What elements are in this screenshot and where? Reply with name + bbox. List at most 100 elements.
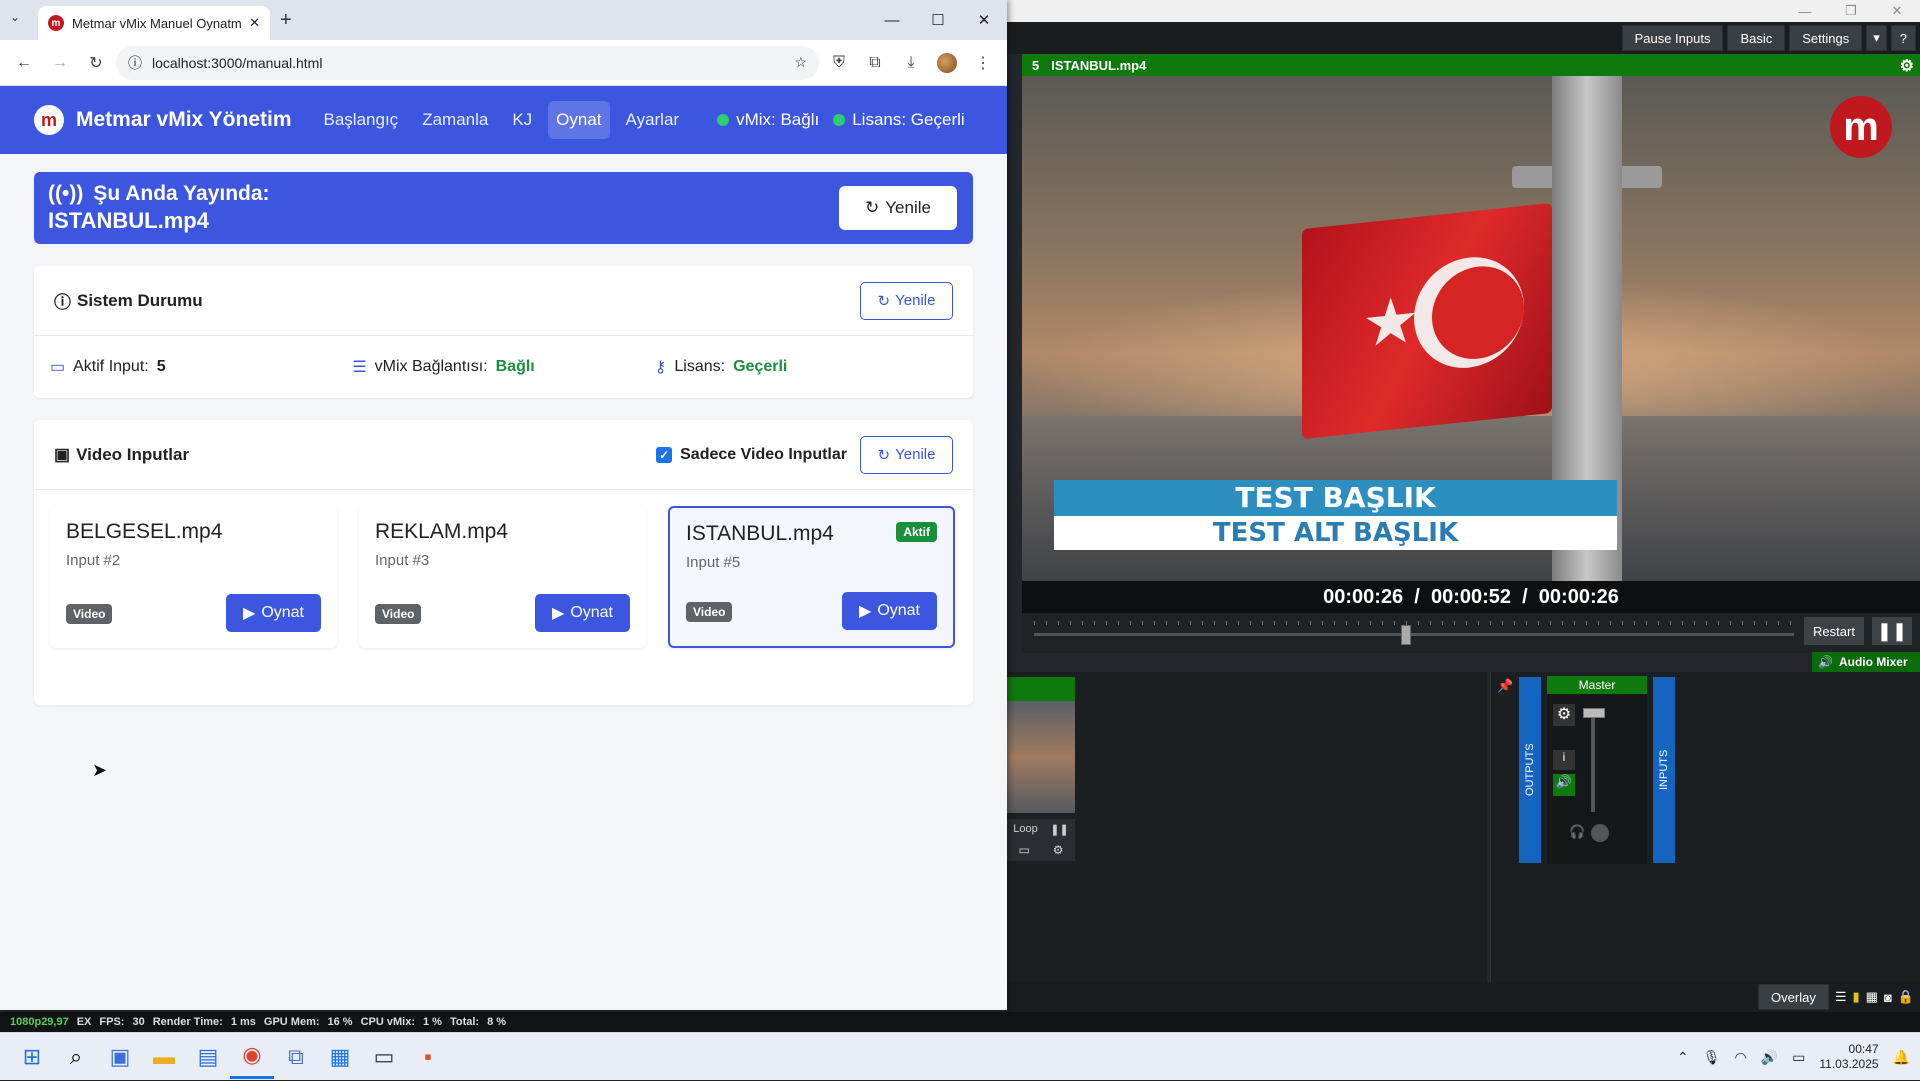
restart-button[interactable]: Restart (1804, 617, 1864, 645)
shield-extension-icon[interactable]: ⛨ (823, 47, 855, 79)
help-button[interactable]: ? (1890, 25, 1916, 51)
fader-track (1591, 712, 1595, 812)
kebab-menu-icon[interactable]: ⋮ (967, 47, 999, 79)
outputs-strip[interactable]: OUTPUTS (1519, 677, 1541, 863)
volume-icon[interactable]: 🔊 (1761, 1049, 1778, 1066)
play-button[interactable]: ▶ Oynat (842, 592, 937, 630)
chevron-up-icon[interactable]: ⌃ (1677, 1049, 1689, 1066)
play-icon: ▶ (552, 605, 565, 622)
notepad-icon[interactable]: ▤ (186, 1035, 230, 1079)
window-controls: — ☐ ✕ (869, 0, 1007, 40)
license-status-text: Lisans: Geçerli (852, 110, 965, 129)
grid-icon[interactable]: ▦ (1866, 989, 1878, 1005)
notification-icon[interactable]: 🔔 (1893, 1049, 1910, 1066)
wifi-icon[interactable]: ◠ (1735, 1049, 1747, 1066)
checkbox-checked-icon[interactable]: ✓ (656, 446, 673, 463)
minimize-icon[interactable]: — (1782, 4, 1828, 19)
brand-title[interactable]: Metmar vMix Yönetim (76, 108, 292, 132)
basic-button[interactable]: Basic (1727, 25, 1786, 51)
forward-icon[interactable]: → (44, 47, 76, 79)
maximize-icon[interactable]: ☐ (915, 0, 961, 40)
widgets-icon[interactable]: ▣ (98, 1035, 142, 1079)
lock-icon[interactable]: 🔒 (1898, 989, 1914, 1005)
pause-button[interactable]: ❚❚ (1872, 617, 1912, 645)
reload-icon[interactable]: ↻ (80, 47, 112, 79)
only-video-toggle[interactable]: ✓ Sadece Video Inputlar (656, 446, 847, 464)
download-icon[interactable]: ⤓ (895, 47, 927, 79)
list-icon[interactable]: ☰ (1835, 989, 1847, 1005)
nav-kj[interactable]: KJ (504, 101, 540, 139)
store-icon[interactable]: ▦ (318, 1035, 362, 1079)
browser-tab[interactable]: m Metmar vMix Manuel Oynatma ✕ (38, 6, 270, 40)
now-playing-refresh-button[interactable]: ↻ Yenile (839, 186, 957, 230)
meter-icon[interactable]: ▮ (1853, 989, 1860, 1005)
profile-avatar[interactable] (931, 47, 963, 79)
microphone-icon[interactable]: 🎙 (1703, 1049, 1721, 1066)
network-tool-icon[interactable]: ⧉ (274, 1035, 318, 1079)
speaker-icon[interactable]: 🔊 (1553, 774, 1575, 796)
minimize-icon[interactable]: — (869, 0, 915, 40)
nav-zamanla[interactable]: Zamanla (414, 101, 496, 139)
address-bar[interactable]: ⓘ localhost:3000/manual.html ☆ (116, 45, 819, 80)
camera-icon[interactable]: ◙ (1884, 990, 1892, 1005)
extensions-icon[interactable]: ⧉ (859, 47, 891, 79)
close-tab-icon[interactable]: ✕ (249, 15, 260, 31)
scrub-bar[interactable] (1034, 633, 1794, 636)
loop-button[interactable]: Loop (1013, 823, 1037, 835)
input-thumbnail[interactable] (1007, 701, 1075, 813)
nav-baslangic[interactable]: Başlangıç (316, 101, 407, 139)
pause-icon[interactable]: ❚❚ (1050, 823, 1068, 836)
file-explorer-icon[interactable]: ▬ (142, 1035, 186, 1079)
video-refresh-button[interactable]: ↻ Yenile (860, 435, 953, 474)
clock[interactable]: 00:47 11.03.2025 (1819, 1042, 1878, 1072)
fps-value: 30 (132, 1016, 145, 1028)
play-button[interactable]: ▶ Oynat (226, 594, 321, 632)
tab-search-icon[interactable]: ⌄ (10, 10, 20, 24)
video-input-number: Input #5 (686, 554, 741, 571)
headphones-icon[interactable]: 🎧 (1569, 824, 1585, 840)
chrome-icon[interactable]: ◉ (230, 1035, 274, 1079)
brand-logo-icon: m (34, 105, 64, 135)
gear-icon[interactable]: ⚙ (1053, 843, 1064, 857)
inputs-strip[interactable]: INPUTS (1653, 677, 1675, 863)
close-icon[interactable]: ✕ (961, 0, 1007, 40)
nav-oynat[interactable]: Oynat (548, 101, 610, 139)
play-button[interactable]: ▶ Oynat (535, 594, 630, 632)
gear-icon[interactable]: ⚙ (1900, 56, 1914, 76)
gear-icon[interactable]: ⚙ (1553, 704, 1575, 726)
scrub-handle[interactable] (1401, 625, 1411, 645)
vmix-icon[interactable]: ▪ (406, 1035, 450, 1079)
info-icon[interactable]: i (1553, 750, 1575, 770)
master-fader[interactable] (1583, 708, 1605, 718)
video-inputs-header: ▣ Video Inputlar ✓ Sadece Video Inputlar… (34, 420, 973, 490)
play-label: Oynat (261, 604, 304, 621)
search-icon[interactable]: ⌕ (54, 1035, 98, 1079)
bookmark-star-icon[interactable]: ☆ (794, 54, 807, 71)
pin-icon[interactable]: 📌 (1497, 678, 1513, 694)
close-icon[interactable]: ✕ (1874, 3, 1920, 19)
site-info-icon[interactable]: ⓘ (128, 53, 142, 73)
url-text[interactable]: localhost:3000/manual.html (152, 55, 784, 71)
back-icon[interactable]: ← (8, 47, 40, 79)
system-refresh-button[interactable]: ↻ Yenile (860, 281, 953, 320)
terminal-icon[interactable]: ▭ (362, 1035, 406, 1079)
video-card: REKLAM.mp4 Input #3 Video ▶ Oynat (359, 506, 646, 648)
nav-ayarlar[interactable]: Ayarlar (618, 101, 688, 139)
monitor-icon[interactable]: ▭ (1018, 843, 1029, 857)
windows-start-icon[interactable]: ⊞ (10, 1035, 54, 1079)
now-playing-card: ((•)) Şu Anda Yayında: ISTANBUL.mp4 ↻ Ye… (34, 172, 973, 244)
settings-dropdown-icon[interactable]: ▾ (1866, 25, 1887, 51)
battery-icon[interactable]: ▭ (1792, 1049, 1805, 1066)
restore-icon[interactable]: ❐ (1828, 3, 1874, 19)
input-loop-bar: Loop ❚❚ (1007, 819, 1075, 839)
pause-inputs-button[interactable]: Pause Inputs (1621, 25, 1724, 51)
only-video-label: Sadece Video Inputlar (680, 445, 847, 463)
broadcast-icon: ((•)) (48, 182, 84, 205)
new-tab-icon[interactable]: + (280, 9, 292, 32)
browser-window: ⌄ m Metmar vMix Manuel Oynatma ✕ + — ☐ ✕… (0, 0, 1007, 1010)
overlay-button[interactable]: Overlay (1758, 984, 1829, 1010)
settings-button[interactable]: Settings (1789, 25, 1863, 51)
video-input-number: Input #2 (66, 552, 121, 569)
solo-knob[interactable] (1591, 824, 1609, 842)
audio-mixer-toggle[interactable]: 🔊 Audio Mixer (1812, 652, 1920, 672)
